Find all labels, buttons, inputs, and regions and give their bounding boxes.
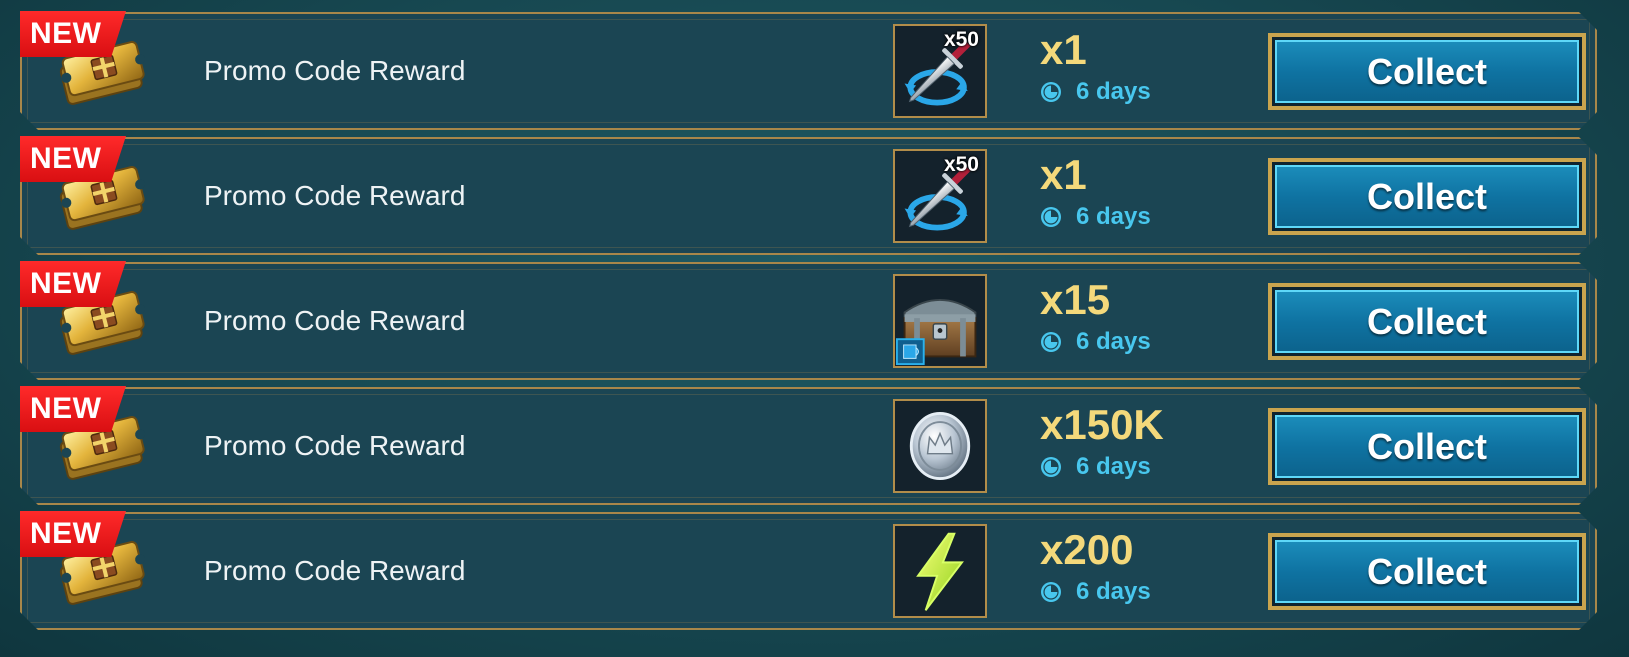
collect-button[interactable]: Collect: [1268, 283, 1586, 360]
expiry-text: 6 days: [1076, 453, 1151, 480]
expiry-text: 6 days: [1076, 203, 1151, 230]
reward-label: Promo Code Reward: [204, 55, 466, 86]
reward-label: Promo Code Reward: [204, 430, 466, 461]
clock-icon: [1040, 581, 1062, 603]
rewards-list: NEW Promo Code Reward x50 x1 6 days Collect NE…: [0, 0, 1629, 657]
reward-label: Promo Code Reward: [204, 305, 466, 336]
collect-button[interactable]: Collect: [1268, 408, 1586, 485]
clock-icon: [1040, 206, 1062, 228]
expiry-timer: 6 days: [1040, 203, 1151, 231]
collect-button[interactable]: Collect: [1268, 33, 1586, 110]
energy-bolt-icon: [893, 524, 987, 618]
clock-icon: [1040, 331, 1062, 353]
expiry-timer: 6 days: [1040, 78, 1151, 106]
reward-label: Promo Code Reward: [204, 180, 466, 211]
item-count-overlay: x50: [943, 28, 979, 51]
clock-icon: [1040, 81, 1062, 103]
new-badge: NEW: [20, 136, 126, 182]
new-badge: NEW: [20, 11, 126, 57]
expiry-timer: 6 days: [1040, 453, 1151, 481]
item-count-overlay: x50: [943, 153, 979, 176]
reward-quantity: x200: [1040, 526, 1134, 573]
collect-button[interactable]: Collect: [1268, 158, 1586, 235]
treasure-chest-icon: [893, 274, 987, 368]
collect-button[interactable]: Collect: [1268, 533, 1586, 610]
silver-coin-icon: [893, 399, 987, 493]
dagger-swap-icon: x50: [893, 149, 987, 243]
collect-button-label: Collect: [1275, 40, 1579, 103]
reward-quantity: x1: [1040, 26, 1087, 73]
reward-quantity: x1: [1040, 151, 1087, 198]
clock-icon: [1040, 456, 1062, 478]
new-badge: NEW: [20, 386, 126, 432]
reward-quantity: x150K: [1040, 401, 1164, 448]
expiry-timer: 6 days: [1040, 328, 1151, 356]
collect-button-label: Collect: [1275, 415, 1579, 478]
new-badge: NEW: [20, 261, 126, 307]
collect-button-label: Collect: [1275, 540, 1579, 603]
expiry-timer: 6 days: [1040, 578, 1151, 606]
expiry-text: 6 days: [1076, 328, 1151, 355]
new-badge: NEW: [20, 511, 126, 557]
expiry-text: 6 days: [1076, 78, 1151, 105]
expiry-text: 6 days: [1076, 578, 1151, 605]
reward-label: Promo Code Reward: [204, 555, 466, 586]
collect-button-label: Collect: [1275, 290, 1579, 353]
collect-button-label: Collect: [1275, 165, 1579, 228]
dagger-swap-icon: x50: [893, 24, 987, 118]
reward-quantity: x15: [1040, 276, 1111, 323]
